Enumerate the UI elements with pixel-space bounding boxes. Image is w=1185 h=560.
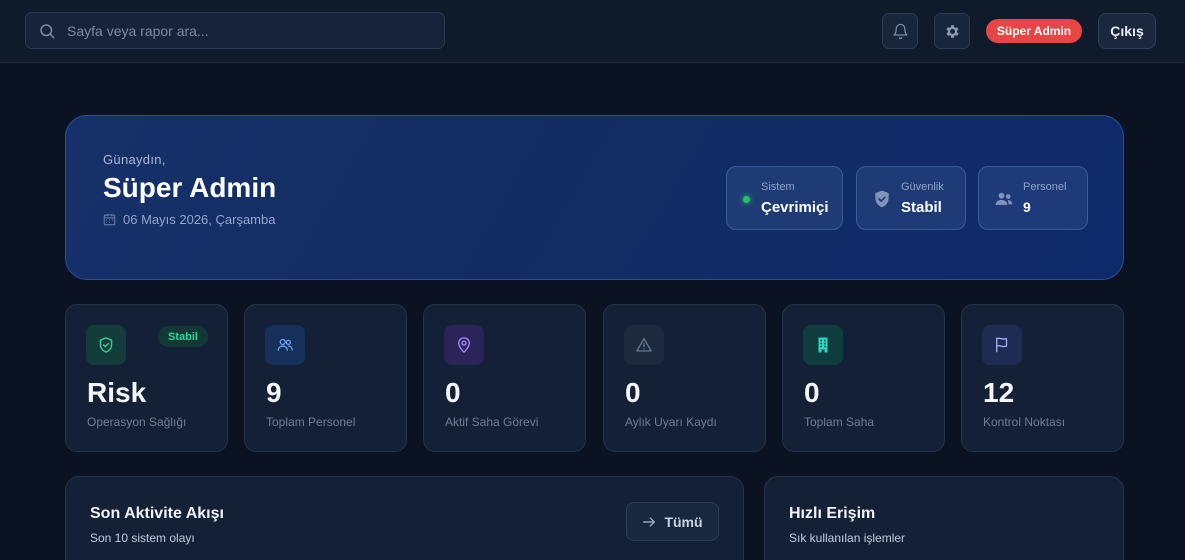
system-label: Sistem bbox=[761, 181, 795, 193]
kpi-icon-box bbox=[86, 325, 126, 365]
kpi-value: 0 bbox=[804, 377, 820, 408]
bell-icon bbox=[892, 23, 908, 39]
arrow-right-icon bbox=[643, 516, 656, 527]
search-input[interactable] bbox=[67, 22, 407, 39]
activity-title: Son Aktivite Akışı bbox=[90, 505, 224, 522]
alert-triangle-icon bbox=[636, 337, 652, 352]
search-box[interactable] bbox=[25, 12, 445, 49]
kpi-value: Risk bbox=[87, 377, 147, 408]
greeting-text: Günaydın, bbox=[103, 152, 166, 167]
personnel-value: 9 bbox=[1023, 199, 1031, 215]
kpi-caption: Toplam Saha bbox=[804, 415, 875, 429]
kpi-value: 12 bbox=[983, 377, 1015, 408]
view-all-label: Tümü bbox=[664, 513, 703, 530]
top-bar: Süper Admin Çıkış bbox=[0, 0, 1185, 63]
users-icon bbox=[995, 192, 1013, 205]
building-icon bbox=[818, 337, 828, 353]
kpi-card-personnel[interactable]: 9 Toplam Personel bbox=[244, 304, 407, 452]
map-pin-icon bbox=[458, 337, 470, 353]
kpi-card-risk[interactable]: Stabil Risk Operasyon Sağlığı bbox=[65, 304, 228, 452]
kpi-icon-box bbox=[265, 325, 305, 365]
welcome-banner: Günaydın, Süper Admin 06 Mayıs 2026, Çar… bbox=[65, 115, 1124, 280]
personnel-count-chip: Personel 9 bbox=[978, 166, 1088, 230]
kpi-caption: Toplam Personel bbox=[266, 415, 356, 429]
kpi-caption: Aylık Uyarı Kaydı bbox=[625, 415, 717, 429]
kpi-value: 0 bbox=[625, 377, 641, 408]
date-text: 06 Mayıs 2026, Çarşamba bbox=[123, 212, 276, 227]
user-name: Süper Admin bbox=[103, 172, 277, 203]
kpi-icon-box bbox=[444, 325, 484, 365]
quick-access-panel: Hızlı Erişim Sık kullanılan işlemler bbox=[764, 476, 1124, 560]
kpi-caption: Aktif Saha Görevi bbox=[445, 415, 539, 429]
users-icon bbox=[277, 338, 293, 351]
shield-check-icon bbox=[99, 337, 113, 353]
system-value: Çevrimiçi bbox=[761, 199, 829, 216]
personnel-label: Personel bbox=[1023, 181, 1067, 193]
kpi-card-checkpoints[interactable]: 12 Kontrol Noktası bbox=[961, 304, 1124, 452]
security-status-chip: Güvenlik Stabil bbox=[856, 166, 966, 230]
kpi-value: 9 bbox=[266, 377, 282, 408]
kpi-caption: Operasyon Sağlığı bbox=[87, 415, 187, 429]
kpi-value: 0 bbox=[445, 377, 461, 408]
status-badge: Stabil bbox=[158, 326, 208, 347]
quick-access-subtitle: Sık kullanılan işlemler bbox=[789, 531, 906, 545]
role-badge: Süper Admin bbox=[986, 19, 1082, 43]
kpi-icon-box bbox=[624, 325, 664, 365]
kpi-caption: Kontrol Noktası bbox=[983, 415, 1066, 429]
activity-feed-panel: Son Aktivite Akışı Son 10 sistem olayı T… bbox=[65, 476, 744, 560]
calendar-icon bbox=[103, 213, 116, 226]
kpi-card-field-tasks[interactable]: 0 Aktif Saha Görevi bbox=[423, 304, 586, 452]
activity-subtitle: Son 10 sistem olayı bbox=[90, 531, 195, 545]
notifications-button[interactable] bbox=[882, 13, 918, 49]
flag-icon bbox=[996, 337, 1008, 353]
kpi-card-monthly-alerts[interactable]: 0 Aylık Uyarı Kaydı bbox=[603, 304, 766, 452]
shield-icon bbox=[875, 190, 889, 208]
current-date: 06 Mayıs 2026, Çarşamba bbox=[103, 212, 275, 227]
search-icon bbox=[40, 23, 55, 38]
gear-icon bbox=[945, 24, 959, 38]
security-label: Güvenlik bbox=[901, 181, 944, 193]
quick-access-title: Hızlı Erişim bbox=[789, 505, 876, 522]
security-value: Stabil bbox=[901, 199, 942, 216]
kpi-icon-box bbox=[803, 325, 843, 365]
settings-button[interactable] bbox=[934, 13, 970, 49]
view-all-button[interactable]: Tümü bbox=[626, 502, 719, 541]
online-status-dot bbox=[743, 196, 750, 203]
kpi-card-total-sites[interactable]: 0 Toplam Saha bbox=[782, 304, 945, 452]
logout-button[interactable]: Çıkış bbox=[1098, 13, 1156, 49]
system-status-chip: Sistem Çevrimiçi bbox=[726, 166, 843, 230]
kpi-icon-box bbox=[982, 325, 1022, 365]
